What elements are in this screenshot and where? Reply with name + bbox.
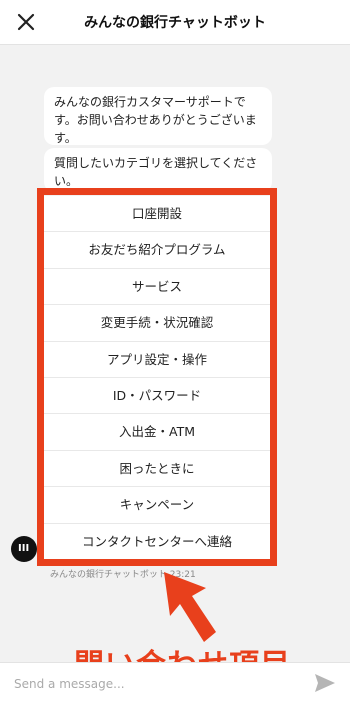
menu-item-services[interactable]: サービス	[44, 269, 270, 306]
menu-item-referral-program[interactable]: お友だち紹介プログラム	[44, 232, 270, 269]
menu-item-campaign[interactable]: キャンペーン	[44, 487, 270, 524]
message-input-bar	[0, 662, 350, 703]
menu-item-deposit-atm[interactable]: 入出金・ATM	[44, 414, 270, 451]
bot-message: みんなの銀行カスタマーサポートです。お問い合わせありがとうございます。	[44, 87, 272, 145]
chat-header: みんなの銀行チャットボット	[0, 0, 350, 45]
menu-item-changes-status[interactable]: 変更手続・状況確認	[44, 305, 270, 342]
page-title: みんなの銀行チャットボット	[84, 15, 266, 31]
category-menu: 口座開設 お友だち紹介プログラム サービス 変更手続・状況確認 アプリ設定・操作…	[44, 196, 270, 560]
bot-message: 質問したいカテゴリを選択してください。	[44, 148, 272, 192]
bot-avatar: III	[11, 536, 37, 562]
send-icon[interactable]	[314, 673, 336, 693]
arrow-icon	[164, 572, 216, 642]
menu-item-app-settings[interactable]: アプリ設定・操作	[44, 342, 270, 378]
menu-item-contact-center[interactable]: コンタクトセンターへ連絡	[44, 524, 270, 560]
message-input[interactable]	[12, 671, 306, 697]
menu-item-account-opening[interactable]: 口座開設	[44, 196, 270, 233]
menu-item-troubleshooting[interactable]: 困ったときに	[44, 451, 270, 488]
avatar-text: III	[18, 543, 30, 554]
menu-item-id-password[interactable]: ID・パスワード	[44, 378, 270, 415]
